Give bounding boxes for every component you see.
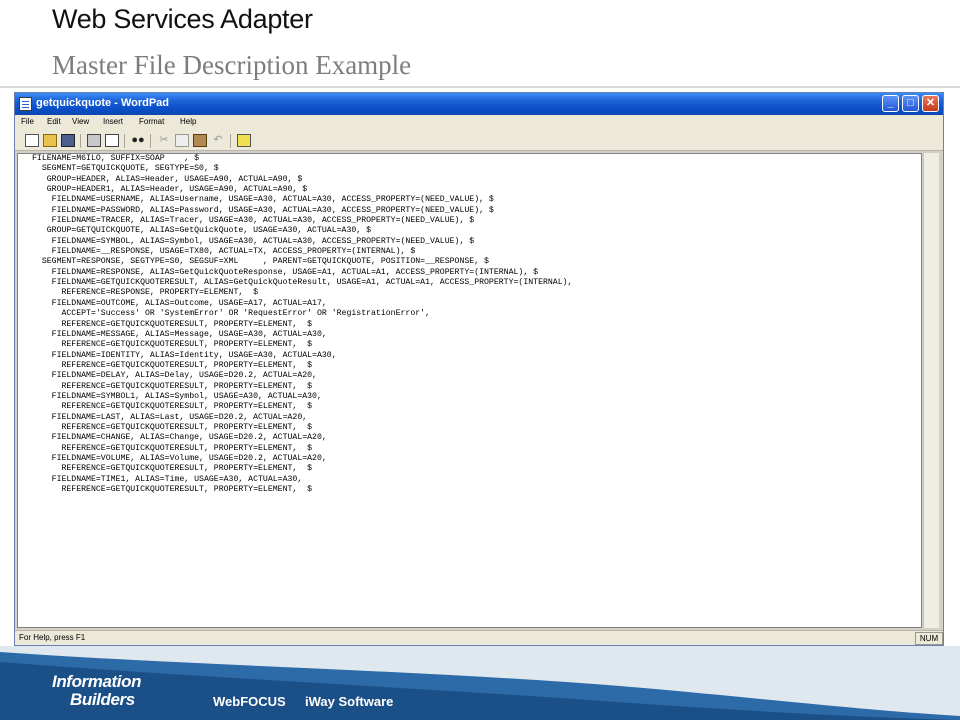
print-icon[interactable] <box>87 134 101 147</box>
find-icon[interactable]: ●● <box>131 134 145 147</box>
menu-view[interactable]: View <box>72 117 89 126</box>
toolbar-separator <box>150 134 151 148</box>
print-preview-icon[interactable] <box>105 134 119 147</box>
wordpad-app-icon[interactable] <box>19 97 32 111</box>
copy-icon[interactable] <box>175 134 189 147</box>
minimize-button[interactable]: _ <box>882 95 899 112</box>
menu-file[interactable]: File <box>21 117 34 126</box>
new-icon[interactable] <box>25 134 39 147</box>
vertical-scrollbar[interactable] <box>923 153 939 628</box>
information-builders-logo: Information <box>52 672 142 691</box>
title-divider <box>0 86 960 88</box>
date-time-icon[interactable] <box>237 134 251 147</box>
footer-wave-graphic <box>0 652 960 720</box>
paste-icon[interactable] <box>193 134 207 147</box>
maximize-button[interactable]: □ <box>902 95 919 112</box>
menu-help[interactable]: Help <box>180 117 196 126</box>
toolbar-separator <box>80 134 81 148</box>
wordpad-window: getquickquote - WordPad _ □ ✕ File Edit … <box>14 92 944 646</box>
menu-bar: File Edit View Insert Format Help <box>15 115 943 131</box>
save-icon[interactable] <box>61 134 75 147</box>
slide-title: Web Services Adapter <box>52 4 313 34</box>
toolbar-separator <box>230 134 231 148</box>
document-text[interactable]: FILENAME=M6ILO, SUFFIX=SOAP , $ SEGMENT=… <box>32 154 572 495</box>
slide-subtitle: Master File Description Example <box>52 50 412 80</box>
window-title: getquickquote - WordPad <box>36 97 170 109</box>
toolbar-separator <box>124 134 125 148</box>
footer-banner <box>0 646 960 720</box>
num-lock-indicator: NUM <box>915 632 943 645</box>
information-builders-logo-line2: Builders <box>70 690 135 709</box>
menu-format[interactable]: Format <box>139 117 164 126</box>
close-button[interactable]: ✕ <box>922 95 939 112</box>
footer-webfocus-label: WebFOCUS <box>213 694 286 709</box>
undo-icon[interactable]: ↶ <box>211 134 225 147</box>
status-help-text: For Help, press F1 <box>19 633 86 642</box>
menu-insert[interactable]: Insert <box>103 117 123 126</box>
cut-icon[interactable]: ✂ <box>157 134 171 147</box>
status-bar: For Help, press F1 NUM <box>15 630 943 645</box>
open-icon[interactable] <box>43 134 57 147</box>
menu-edit[interactable]: Edit <box>47 117 61 126</box>
document-area[interactable]: FILENAME=M6ILO, SUFFIX=SOAP , $ SEGMENT=… <box>17 153 922 628</box>
toolbar: ●● ✂ ↶ <box>15 131 943 151</box>
window-titlebar[interactable]: getquickquote - WordPad _ □ ✕ <box>15 93 943 115</box>
footer-iway-label: iWay Software <box>305 694 394 709</box>
